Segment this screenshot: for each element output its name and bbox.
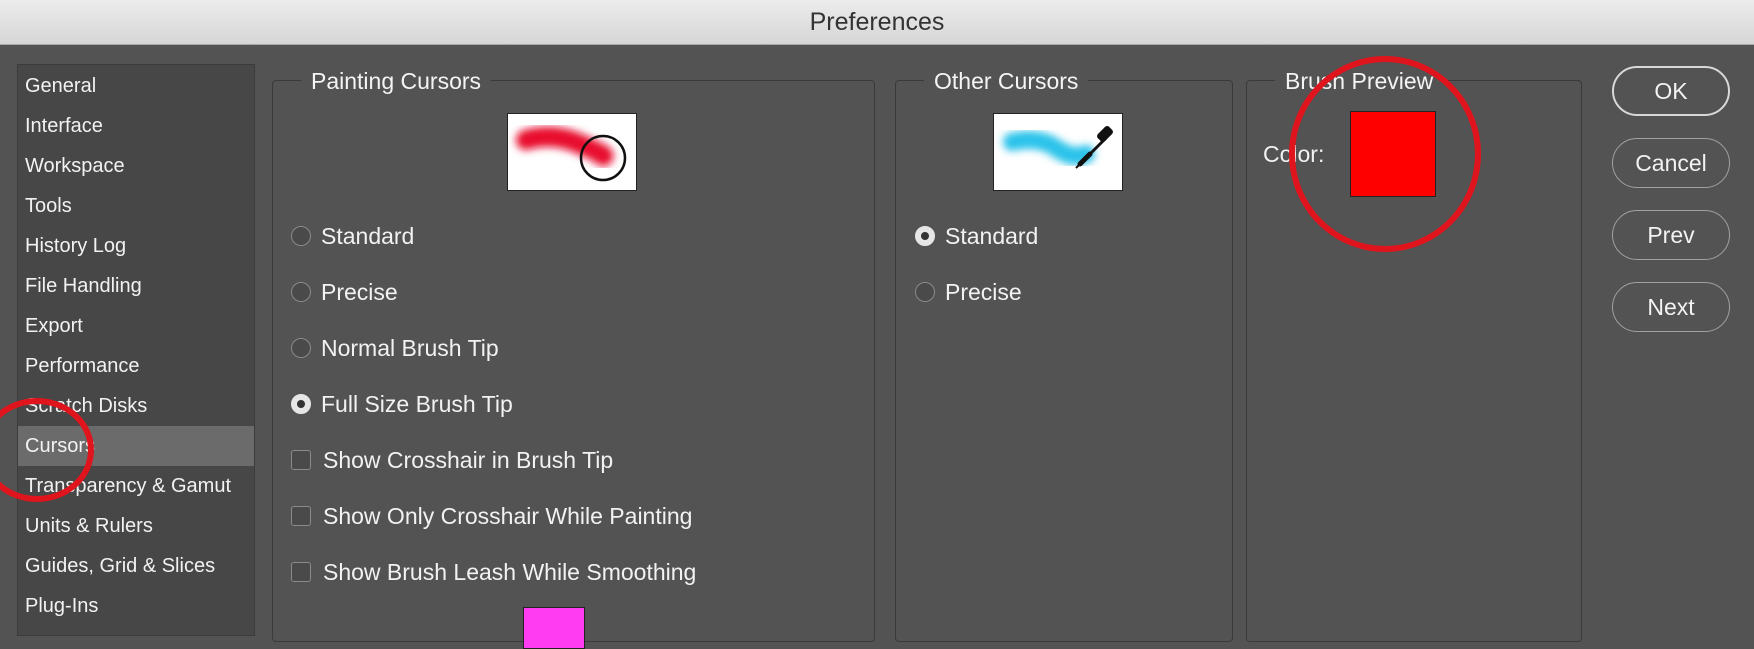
sidebar-item-scratch-disks[interactable]: Scratch Disks bbox=[18, 386, 254, 426]
painting-cursors-title: Painting Cursors bbox=[301, 67, 492, 95]
painting-cursor-preview bbox=[507, 113, 637, 191]
show-crosshair-checkbox[interactable]: Show Crosshair in Brush Tip bbox=[291, 445, 613, 475]
sidebar-item-export[interactable]: Export bbox=[18, 306, 254, 346]
show-only-crosshair-checkbox[interactable]: Show Only Crosshair While Painting bbox=[291, 501, 692, 531]
radio-checked-icon bbox=[915, 226, 935, 246]
leash-color-swatch[interactable] bbox=[523, 607, 585, 649]
radio-icon bbox=[291, 338, 311, 358]
painting-standard-label: Standard bbox=[321, 222, 415, 249]
painting-standard-radio[interactable]: Standard bbox=[291, 221, 414, 251]
prev-button[interactable]: Prev bbox=[1612, 210, 1730, 260]
other-standard-label: Standard bbox=[945, 222, 1039, 249]
painting-full-size-brush-tip-radio[interactable]: Full Size Brush Tip bbox=[291, 389, 513, 419]
other-cursors-group: Other Cursors Standard Precise bbox=[895, 67, 1233, 642]
sidebar-item-tools[interactable]: Tools bbox=[18, 186, 254, 226]
other-standard-radio[interactable]: Standard bbox=[915, 221, 1038, 251]
checkbox-icon bbox=[291, 506, 311, 526]
sidebar-item-plug-ins[interactable]: Plug-Ins bbox=[18, 586, 254, 626]
blue-brush-stroke bbox=[1003, 131, 1095, 165]
next-button[interactable]: Next bbox=[1612, 282, 1730, 332]
checkbox-icon bbox=[291, 562, 311, 582]
painting-normal-brush-tip-radio[interactable]: Normal Brush Tip bbox=[291, 333, 499, 363]
show-brush-leash-label: Show Brush Leash While Smoothing bbox=[323, 558, 697, 585]
painting-precise-radio[interactable]: Precise bbox=[291, 277, 398, 307]
show-only-crosshair-label: Show Only Crosshair While Painting bbox=[323, 502, 693, 529]
sidebar-item-units-rulers[interactable]: Units & Rulers bbox=[18, 506, 254, 546]
radio-icon bbox=[291, 282, 311, 302]
radio-icon bbox=[915, 282, 935, 302]
radio-icon bbox=[291, 226, 311, 246]
radio-checked-icon bbox=[291, 394, 311, 414]
sidebar-item-general[interactable]: General bbox=[18, 66, 254, 106]
cancel-button[interactable]: Cancel bbox=[1612, 138, 1730, 188]
sidebar-item-interface[interactable]: Interface bbox=[18, 106, 254, 146]
brush-color-swatch[interactable] bbox=[1350, 111, 1436, 197]
brush-preview-title: Brush Preview bbox=[1275, 67, 1444, 95]
sidebar-item-transparency-gamut[interactable]: Transparency & Gamut bbox=[18, 466, 254, 506]
sidebar-item-performance[interactable]: Performance bbox=[18, 346, 254, 386]
brush-preview-group: Brush Preview Color: bbox=[1246, 67, 1582, 642]
painting-precise-label: Precise bbox=[321, 278, 398, 305]
show-crosshair-label: Show Crosshair in Brush Tip bbox=[323, 446, 614, 473]
color-label: Color: bbox=[1263, 141, 1325, 167]
window-title: Preferences bbox=[0, 0, 1754, 45]
sidebar-item-cursors[interactable]: Cursors bbox=[18, 426, 254, 466]
preferences-sidebar: General Interface Workspace Tools Histor… bbox=[17, 64, 255, 636]
ok-button[interactable]: OK bbox=[1612, 66, 1730, 116]
other-precise-radio[interactable]: Precise bbox=[915, 277, 1022, 307]
sidebar-item-file-handling[interactable]: File Handling bbox=[18, 266, 254, 306]
sidebar-item-history-log[interactable]: History Log bbox=[18, 226, 254, 266]
sidebar-item-workspace[interactable]: Workspace bbox=[18, 146, 254, 186]
painting-full-size-brush-tip-label: Full Size Brush Tip bbox=[321, 390, 513, 417]
checkbox-icon bbox=[291, 450, 311, 470]
other-cursor-preview bbox=[993, 113, 1123, 191]
painting-cursors-group: Painting Cursors Standard Precise Normal… bbox=[272, 67, 875, 649]
show-brush-leash-checkbox[interactable]: Show Brush Leash While Smoothing bbox=[291, 557, 696, 587]
sidebar-item-guides-grid-slices[interactable]: Guides, Grid & Slices bbox=[18, 546, 254, 586]
other-precise-label: Precise bbox=[945, 278, 1022, 305]
other-cursors-title: Other Cursors bbox=[924, 67, 1089, 95]
painting-normal-brush-tip-label: Normal Brush Tip bbox=[321, 334, 499, 361]
